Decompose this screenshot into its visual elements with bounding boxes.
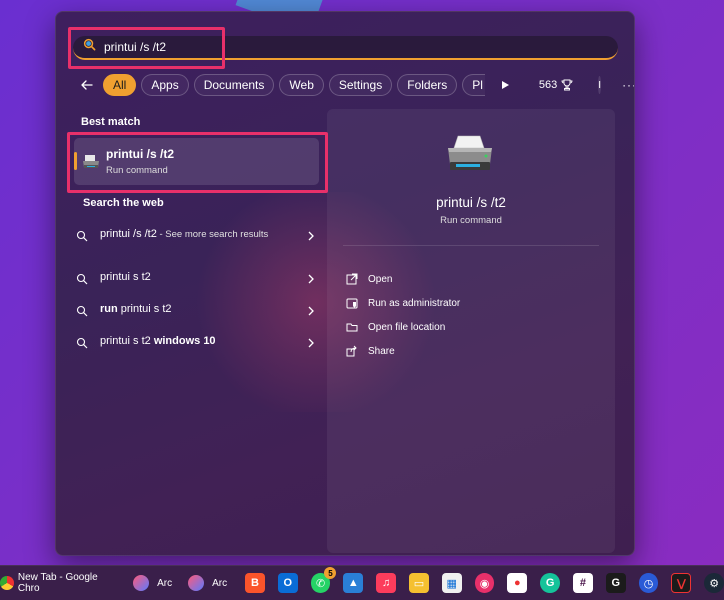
taskbar-chrome[interactable]: New Tab - Google Chro bbox=[0, 572, 121, 594]
chevron-right-icon bbox=[306, 229, 316, 241]
filter-pl[interactable]: Pl bbox=[462, 74, 485, 96]
clock-icon[interactable]: ◷ bbox=[638, 573, 659, 593]
outlook-icon[interactable]: O bbox=[277, 573, 298, 593]
camera-icon[interactable]: ● bbox=[507, 573, 528, 593]
filter-documents[interactable]: Documents bbox=[193, 74, 275, 96]
web-result-1-text: printui /s /t2 bbox=[100, 228, 157, 240]
filter-apps[interactable]: Apps bbox=[141, 74, 189, 96]
chrome-icon bbox=[0, 576, 14, 590]
file-explorer-icon[interactable]: ▭ bbox=[409, 573, 429, 593]
chevron-right-icon bbox=[306, 304, 316, 316]
web-result-3[interactable]: run printui s t2 bbox=[76, 302, 316, 318]
trophy-icon bbox=[561, 79, 573, 91]
shield-icon bbox=[346, 298, 358, 309]
media-icon[interactable]: ⋁ bbox=[671, 573, 692, 593]
action-share-label: Share bbox=[368, 345, 395, 357]
arc-icon bbox=[133, 575, 150, 591]
preview-title: printui /s /t2 bbox=[436, 195, 506, 210]
search-icon bbox=[76, 304, 90, 318]
taskbar-arc-2-label: Arc bbox=[212, 577, 228, 589]
printer-icon bbox=[81, 152, 101, 172]
filter-folders[interactable]: Folders bbox=[397, 74, 458, 96]
share-icon bbox=[346, 345, 357, 357]
selection-indicator bbox=[74, 152, 77, 170]
action-open-file-location[interactable]: Open file location bbox=[346, 321, 445, 333]
web-result-4-text: printui s t2 bbox=[100, 335, 154, 347]
action-run-as-admin-label: Run as administrator bbox=[368, 297, 461, 309]
chevron-right-icon bbox=[306, 336, 316, 348]
folder-icon bbox=[346, 323, 358, 332]
web-result-2[interactable]: printui s t2 bbox=[76, 270, 316, 286]
web-result-1-hint: - See more search results bbox=[156, 229, 269, 240]
slack-icon[interactable]: # bbox=[573, 573, 593, 593]
taskbar-arc-1[interactable]: Arc bbox=[133, 575, 172, 591]
search-icon bbox=[76, 336, 90, 350]
best-match-heading: Best match bbox=[81, 116, 141, 128]
rewards-points[interactable]: 563 bbox=[539, 79, 573, 91]
preview-type: Run command bbox=[440, 215, 502, 226]
whatsapp-icon[interactable]: ✆ 5 bbox=[310, 567, 337, 593]
rewards-points-value: 563 bbox=[538, 79, 558, 91]
search-icon bbox=[76, 229, 90, 243]
grammarly-icon[interactable]: G bbox=[540, 573, 561, 593]
action-run-as-admin[interactable]: Run as administrator bbox=[346, 297, 460, 309]
store-icon[interactable]: ▦ bbox=[441, 573, 462, 593]
preview-pane: printui /s /t2 Run command Open Run as a… bbox=[327, 109, 615, 553]
open-icon bbox=[346, 273, 358, 285]
back-arrow-icon[interactable] bbox=[80, 76, 94, 94]
filter-web[interactable]: Web bbox=[279, 74, 324, 96]
search-web-heading: Search the web bbox=[83, 197, 164, 209]
arc-icon bbox=[188, 575, 205, 591]
printer-icon bbox=[444, 134, 496, 176]
divider bbox=[343, 245, 599, 246]
avatar[interactable]: I bbox=[598, 76, 602, 94]
filter-row: All Apps Documents Web Settings Folders … bbox=[80, 74, 634, 96]
web-result-3-prefix: run bbox=[100, 303, 121, 315]
photos-icon[interactable]: ▲ bbox=[343, 573, 364, 593]
taskbar: New Tab - Google Chro Arc Arc B O ✆ 5 ▲ ♫… bbox=[0, 565, 724, 600]
taskbar-chrome-label: New Tab - Google Chro bbox=[17, 572, 98, 594]
play-icon[interactable] bbox=[498, 78, 512, 92]
search-input[interactable] bbox=[104, 40, 404, 54]
more-options-icon[interactable]: ··· bbox=[622, 78, 634, 92]
search-box[interactable] bbox=[73, 36, 618, 60]
action-open-file-location-label: Open file location bbox=[368, 321, 446, 333]
g-hub-icon[interactable]: G bbox=[605, 573, 626, 593]
whatsapp-badge: 5 bbox=[324, 567, 337, 579]
action-open[interactable]: Open bbox=[346, 273, 392, 285]
filter-all[interactable]: All bbox=[103, 74, 137, 96]
web-result-2-text: printui s t2 bbox=[100, 271, 151, 283]
start-search-panel: All Apps Documents Web Settings Folders … bbox=[55, 11, 635, 556]
app-icon[interactable]: ◉ bbox=[474, 573, 495, 593]
search-icon bbox=[83, 38, 96, 56]
search-icon bbox=[76, 272, 90, 286]
web-result-1[interactable]: printui /s /t2 - See more search results bbox=[76, 227, 316, 243]
best-match-name: printui /s /t2 bbox=[106, 147, 175, 161]
action-open-label: Open bbox=[368, 273, 393, 285]
best-match-item[interactable]: printui /s /t2 Run command bbox=[74, 138, 319, 185]
music-icon[interactable]: ♫ bbox=[376, 573, 397, 593]
taskbar-arc-2[interactable]: Arc bbox=[188, 575, 227, 591]
brave-icon[interactable]: B bbox=[245, 573, 265, 593]
taskbar-arc-1-label: Arc bbox=[157, 577, 173, 589]
action-share[interactable]: Share bbox=[346, 345, 395, 357]
web-result-4[interactable]: printui s t2 windows 10 bbox=[76, 334, 316, 350]
steam-icon[interactable]: ⚙ bbox=[704, 573, 724, 593]
filter-settings[interactable]: Settings bbox=[328, 74, 393, 96]
web-result-4-suffix: windows 10 bbox=[153, 335, 216, 347]
best-match-type: Run command bbox=[106, 165, 168, 176]
web-result-3-text: printui s t2 bbox=[120, 303, 172, 315]
chevron-right-icon bbox=[306, 272, 316, 284]
